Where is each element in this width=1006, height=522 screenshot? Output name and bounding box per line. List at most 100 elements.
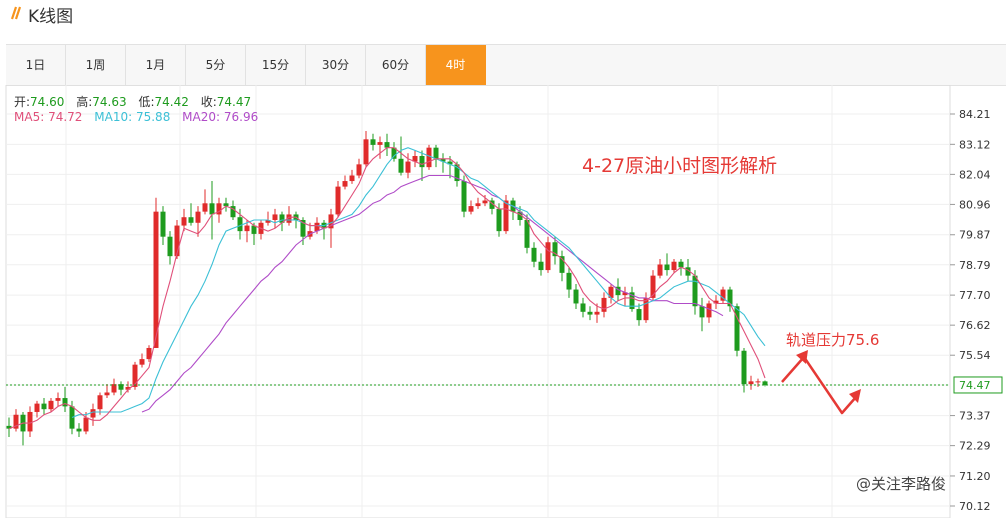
tab-1w[interactable]: 1周 <box>66 45 126 85</box>
open-label: 开: <box>14 95 31 109</box>
last-price-label: 74.47 <box>959 379 991 392</box>
candle-body <box>55 398 61 401</box>
candle-body <box>48 400 54 410</box>
candle-body <box>636 309 642 321</box>
candle-body <box>244 225 250 232</box>
candle-body <box>482 200 488 204</box>
price-tick-label: 75.54 <box>959 349 991 362</box>
candle-body <box>349 175 355 182</box>
candle-body <box>531 247 537 262</box>
candle-body <box>139 359 145 365</box>
price-tick-label: 72.29 <box>959 440 991 453</box>
candle-body <box>83 417 89 432</box>
close-value: 74.47 <box>216 95 252 109</box>
candle-body <box>335 186 341 215</box>
kline-chart-svg: 84.21 83.12 82.04 80.96 79.87 78.79 77.70 76.62… <box>5 84 1003 519</box>
candle-body <box>181 217 187 226</box>
price-tick-label: 80.96 <box>959 198 991 211</box>
ohlc-readout: 开:74.60 高:74.63 低:74.42 收:74.47 <box>14 93 251 110</box>
candle-body <box>69 406 75 429</box>
candle-body <box>41 403 47 410</box>
candle-body <box>97 395 103 410</box>
candle-body <box>384 142 390 148</box>
candle-body <box>377 142 383 145</box>
candle-body <box>748 381 754 385</box>
ma20-label: MA20: <box>182 110 221 124</box>
price-tick-label: 77.70 <box>959 289 991 302</box>
ma10-label: MA10: <box>94 110 133 124</box>
ma-readout: MA5: 74.72 MA10: 75.88 MA20: 76.96 <box>14 110 258 124</box>
resistance-label: 轨道压力75.6 <box>786 331 880 349</box>
watermark: @关注李路俊 <box>856 475 947 493</box>
candle-body <box>538 261 544 271</box>
tab-60min[interactable]: 60分 <box>366 45 426 85</box>
candle-body <box>671 261 677 271</box>
candle-body <box>503 200 509 232</box>
tab-30min[interactable]: 30分 <box>306 45 366 85</box>
candle-body <box>237 217 243 232</box>
price-tick-label: 83.12 <box>959 138 991 151</box>
candle-body <box>762 381 768 385</box>
price-tick-label: 71.20 <box>959 470 991 483</box>
candle-body <box>398 158 404 173</box>
tab-4h[interactable]: 4时 <box>426 45 486 85</box>
candle-body <box>706 303 712 318</box>
candle-body <box>104 392 110 396</box>
candle-body <box>62 398 68 407</box>
candle-body <box>370 139 376 145</box>
candle-body <box>566 272 572 290</box>
candle-body <box>587 311 593 315</box>
ma5-label: MA5: <box>14 110 45 124</box>
chart-grid <box>5 84 951 519</box>
projection-arrow <box>781 350 861 415</box>
candle-body <box>363 139 369 165</box>
candle-body <box>202 203 208 212</box>
tab-1d[interactable]: 1日 <box>6 45 66 85</box>
candle-body <box>594 311 600 315</box>
candle-body <box>580 303 586 312</box>
candle-body <box>90 409 96 418</box>
candle-body <box>272 214 278 220</box>
price-tick-label: 78.79 <box>959 259 991 272</box>
double-slash-icon <box>10 6 22 20</box>
low-label: 低: <box>138 95 155 109</box>
candle-body <box>573 289 579 304</box>
candle-body <box>188 217 194 223</box>
candle-body <box>160 211 166 237</box>
candle-body <box>475 203 481 207</box>
candle-body <box>34 403 40 412</box>
price-tick-label: 76.62 <box>959 319 991 332</box>
candle-body <box>433 147 439 159</box>
candle-body <box>27 411 33 432</box>
candle-body <box>167 236 173 257</box>
candle-body <box>664 264 670 271</box>
candle-body <box>342 181 348 187</box>
timeframe-tabs: 1日 1周 1月 5分 15分 30分 60分 4时 <box>6 44 1006 86</box>
low-value: 74.42 <box>154 95 189 109</box>
price-tick-label: 82.04 <box>959 168 991 181</box>
tab-1m[interactable]: 1月 <box>126 45 186 85</box>
candle-body <box>741 350 747 385</box>
tab-5min[interactable]: 5分 <box>186 45 246 85</box>
high-value: 74.63 <box>92 95 127 109</box>
ma20-value: 76.96 <box>223 110 259 124</box>
high-label: 高: <box>76 95 93 109</box>
candle-body <box>209 203 215 215</box>
candle-body <box>195 211 201 223</box>
candle-body <box>405 161 411 173</box>
tab-15min[interactable]: 15分 <box>246 45 306 85</box>
arrowhead-up-end <box>849 389 861 403</box>
candle-body <box>755 381 761 383</box>
candle-body <box>692 275 698 307</box>
close-label: 收: <box>200 95 217 109</box>
price-tick-label: 84.21 <box>959 108 991 121</box>
candle-body <box>678 261 684 268</box>
candle-body <box>419 156 425 168</box>
price-tick-label: 70.12 <box>959 500 991 513</box>
candle-body <box>545 242 551 271</box>
ma10-line <box>71 147 766 419</box>
candle-body <box>461 181 467 212</box>
price-tick-label: 79.87 <box>959 229 991 242</box>
candle-body <box>356 164 362 176</box>
header: K线图 <box>0 0 1006 28</box>
